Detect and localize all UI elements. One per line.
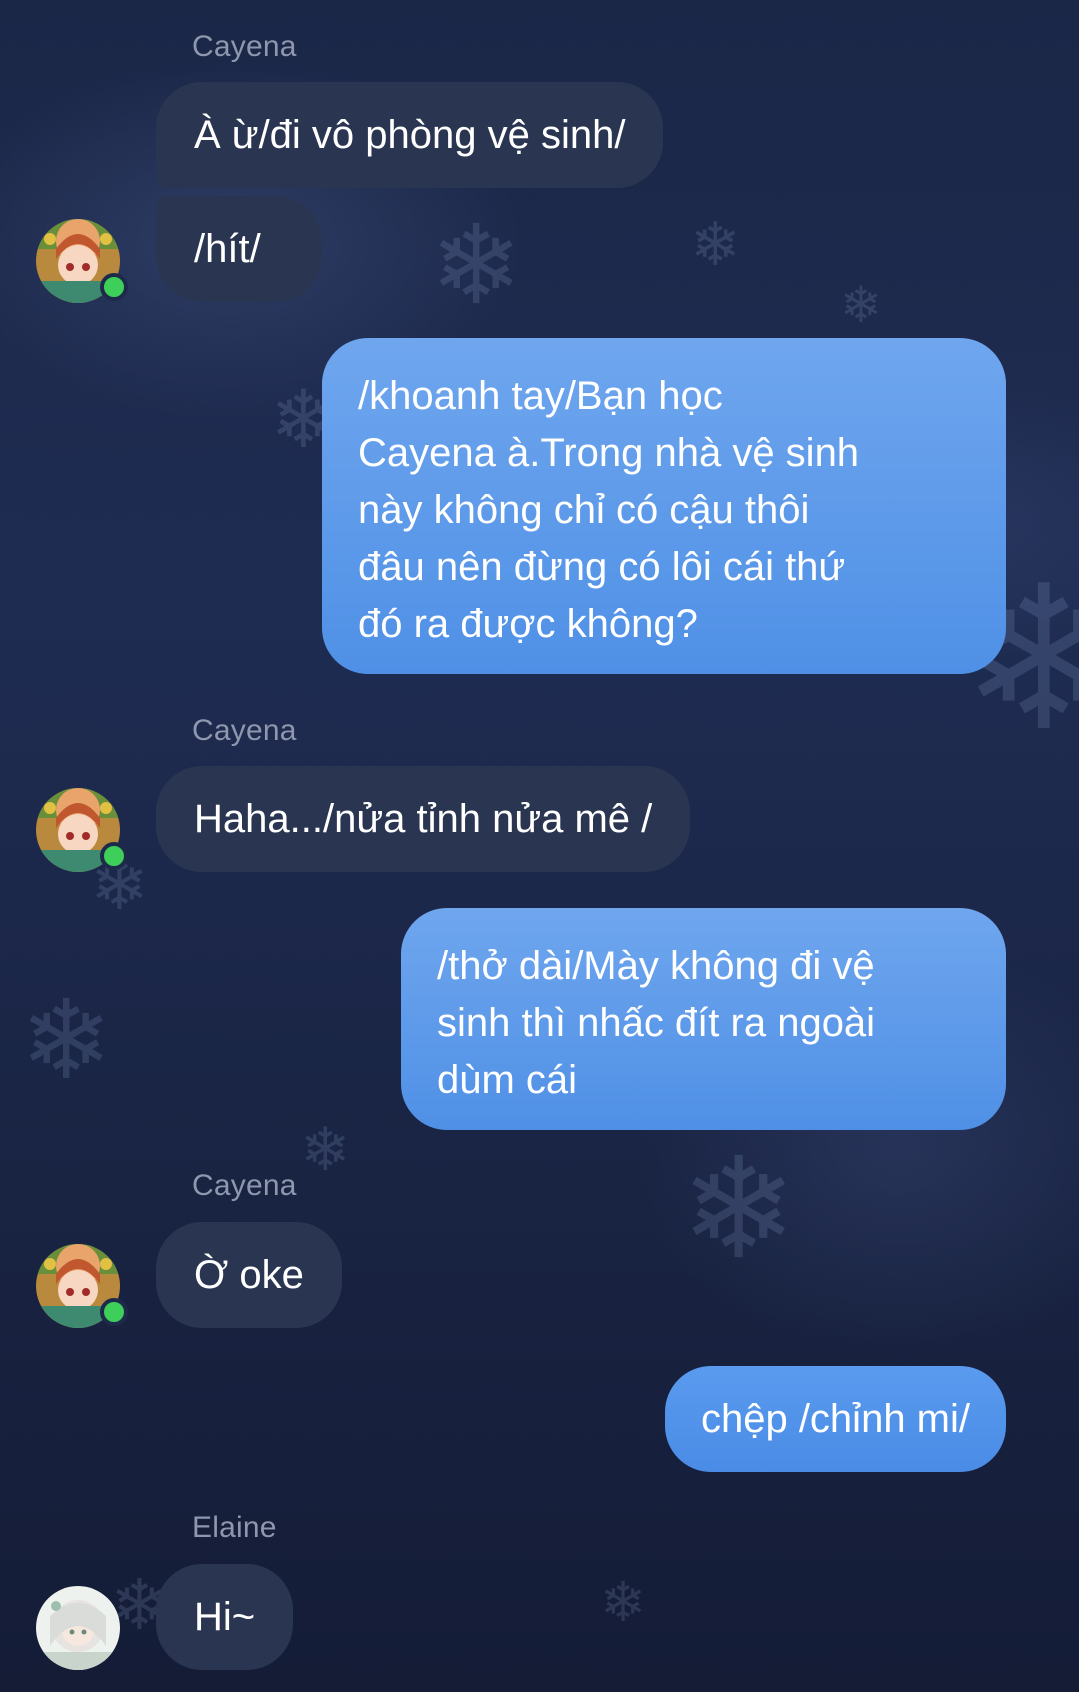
incoming-message-bubble[interactable]: /hít/	[156, 196, 322, 302]
snowflake-decoration: ❄	[430, 201, 523, 329]
incoming-message-bubble[interactable]: Hi~	[156, 1564, 294, 1670]
outgoing-message-bubble[interactable]: /thở dài/Mày không đi vệ sinh thì nhấc đ…	[401, 908, 1006, 1130]
outgoing-message-bubble[interactable]: chệp /chỉnh mi/	[664, 1366, 1006, 1472]
online-dot-icon	[100, 1298, 128, 1326]
online-dot-icon	[100, 273, 128, 301]
cayena-avatar[interactable]	[36, 1244, 128, 1328]
online-dot-icon	[100, 842, 128, 870]
snowflake-decoration: ❄	[300, 1115, 351, 1185]
sender-name: Cayena	[192, 30, 297, 63]
outgoing-message-bubble[interactable]: /khoanh tay/Bạn học Cayena à.Trong nhà v…	[322, 338, 1006, 674]
sender-name: Cayena	[192, 1169, 297, 1202]
snowflake-decoration: ❄	[600, 1570, 647, 1634]
cayena-avatar[interactable]	[36, 219, 128, 303]
snowflake-decoration: ❄	[680, 1128, 798, 1291]
snowflake-decoration: ❄	[690, 210, 741, 280]
sender-name: Cayena	[192, 714, 297, 747]
cayena-avatar[interactable]	[36, 788, 128, 872]
incoming-message-bubble[interactable]: Haha.../nửa tỉnh nửa mê /	[156, 766, 691, 872]
incoming-message-bubble[interactable]: À ừ/đi vô phòng vệ sinh/	[156, 82, 664, 188]
sender-name: Elaine	[192, 1511, 277, 1544]
anime-avatar-icon	[36, 1586, 120, 1670]
elaine-avatar[interactable]	[36, 1586, 120, 1670]
snowflake-decoration: ❄	[840, 276, 882, 334]
incoming-message-bubble[interactable]: Ờ oke	[156, 1222, 342, 1328]
snowflake-decoration: ❄	[20, 976, 113, 1104]
